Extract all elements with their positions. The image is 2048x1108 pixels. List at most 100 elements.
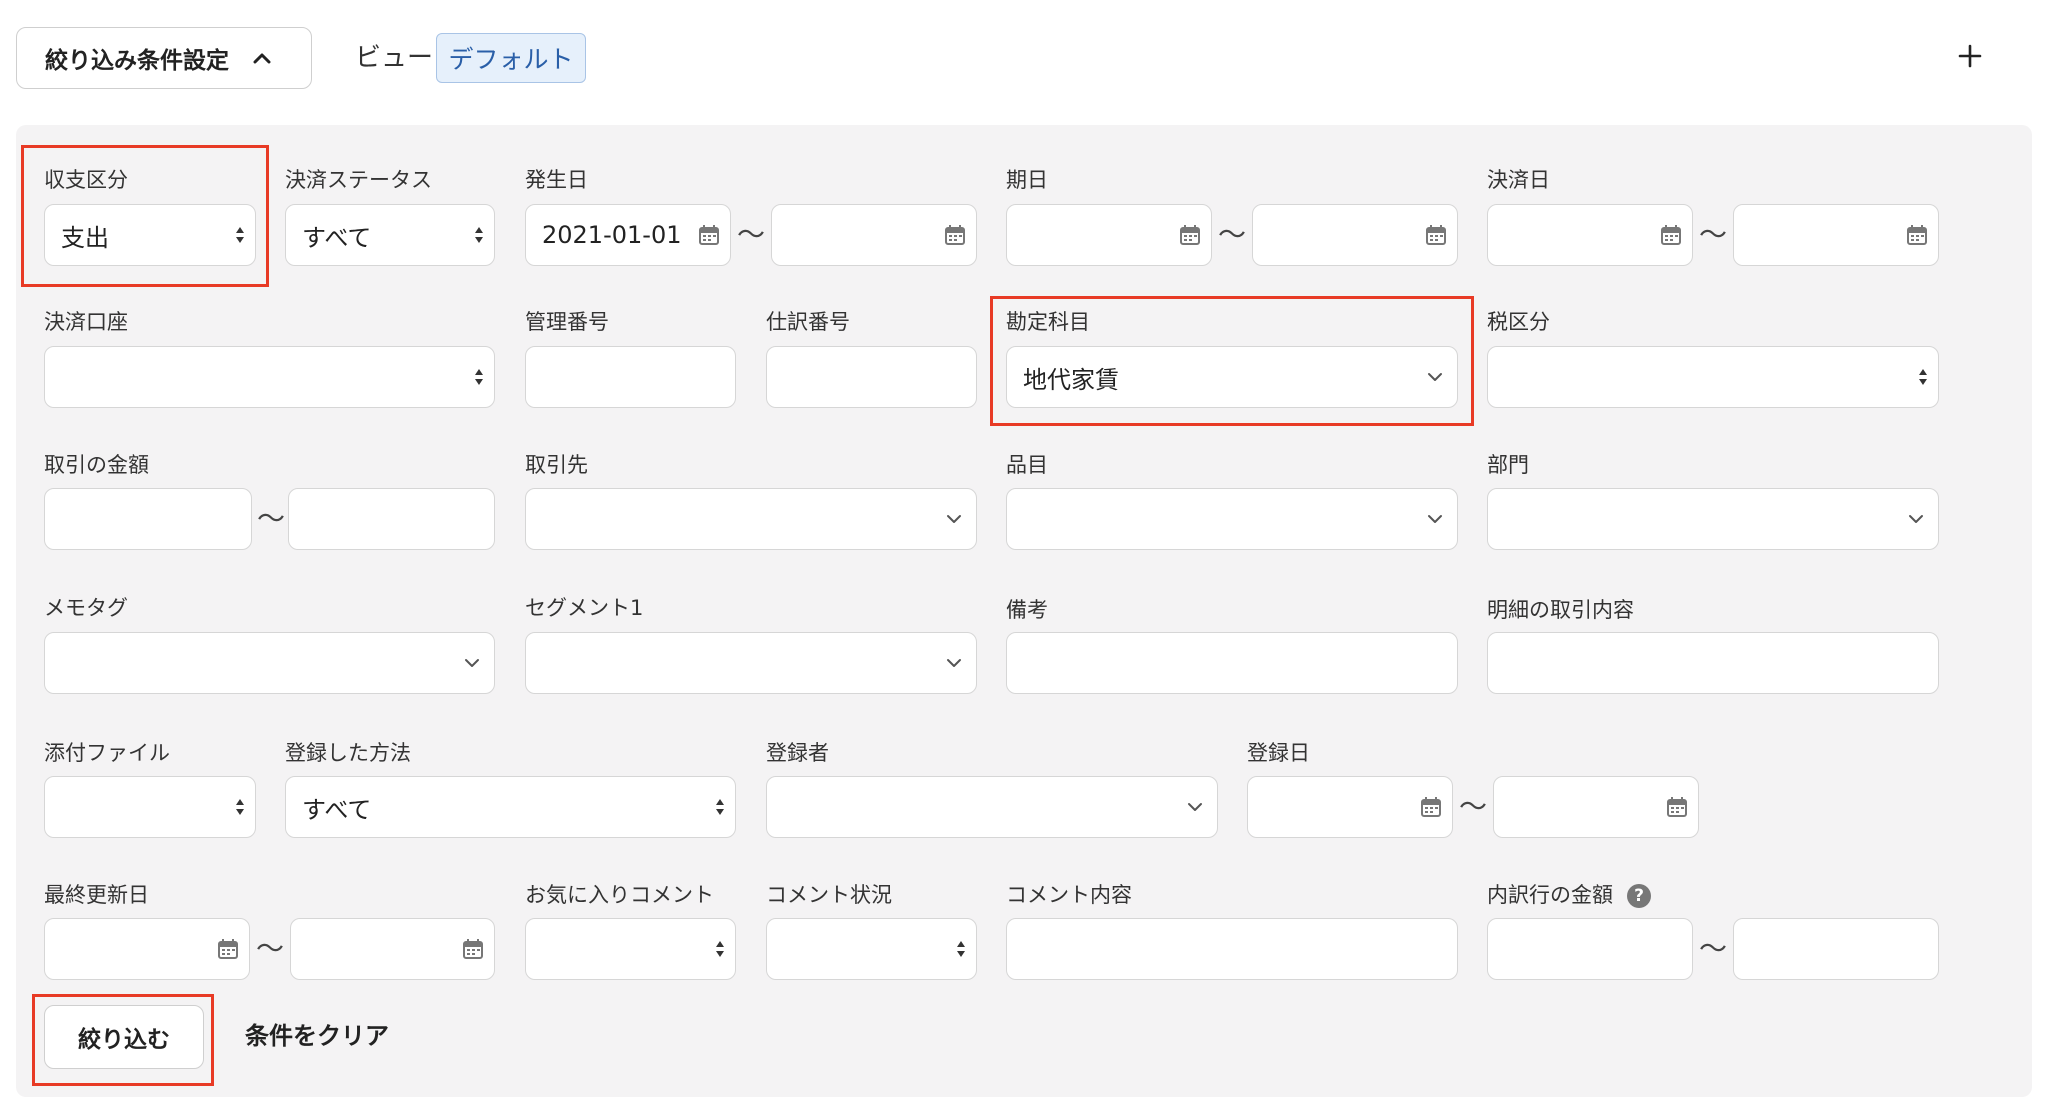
calendar-icon[interactable]: [462, 938, 484, 960]
registration-date-label: 登録日: [1247, 741, 1310, 765]
amount-to-input[interactable]: [288, 488, 495, 550]
range-separator: 〜: [256, 502, 285, 535]
attachment-label: 添付ファイル: [44, 741, 170, 765]
registration-method-select[interactable]: すべて: [285, 776, 736, 838]
last-updated-from-input[interactable]: [44, 918, 250, 980]
detail-content-input[interactable]: [1487, 632, 1939, 694]
due-date-to-input[interactable]: [1252, 204, 1458, 266]
amount-label: 取引の金額: [44, 453, 149, 477]
range-separator: 〜: [1698, 932, 1727, 965]
favorite-comment-select[interactable]: [525, 918, 736, 980]
item-label: 品目: [1006, 453, 1048, 477]
management-number-input[interactable]: [525, 346, 736, 408]
comment-status-label: コメント状況: [766, 883, 892, 907]
select-arrows-icon: [474, 225, 484, 245]
clear-conditions-button[interactable]: 条件をクリア: [245, 1018, 389, 1054]
tax-category-select[interactable]: [1487, 346, 1939, 408]
partner-select[interactable]: [525, 488, 977, 550]
item-select[interactable]: [1006, 488, 1458, 550]
remarks-label: 備考: [1006, 598, 1048, 622]
range-separator: 〜: [1698, 218, 1727, 251]
comment-status-select[interactable]: [766, 918, 977, 980]
calendar-icon[interactable]: [1906, 224, 1928, 246]
view-default-chip[interactable]: デフォルト: [436, 33, 586, 83]
select-arrows-icon: [956, 939, 966, 959]
calendar-icon[interactable]: [698, 224, 720, 246]
memo-tag-select[interactable]: [44, 632, 495, 694]
tax-category-label: 税区分: [1487, 310, 1550, 334]
settlement-status-select[interactable]: すべて: [285, 204, 495, 266]
plus-icon: [1958, 44, 1982, 68]
occurrence-date-to-input[interactable]: [771, 204, 977, 266]
filter-settings-toggle-label: 絞り込み条件設定: [45, 48, 229, 74]
calendar-icon[interactable]: [217, 938, 239, 960]
chevron-up-icon: [251, 47, 273, 69]
segment1-select[interactable]: [525, 632, 977, 694]
settlement-date-from-input[interactable]: [1487, 204, 1693, 266]
calendar-icon[interactable]: [1666, 796, 1688, 818]
select-arrows-icon: [715, 939, 725, 959]
registrant-label: 登録者: [766, 741, 829, 765]
range-separator: 〜: [1217, 218, 1246, 251]
registration-date-to-input[interactable]: [1493, 776, 1699, 838]
highlight-account-item: [990, 296, 1474, 426]
line-amount-to-input[interactable]: [1733, 918, 1939, 980]
comment-content-input[interactable]: [1006, 918, 1458, 980]
view-label: ビュー: [355, 43, 434, 73]
amount-from-input[interactable]: [44, 488, 252, 550]
department-label: 部門: [1487, 453, 1529, 477]
occurrence-date-label: 発生日: [525, 168, 588, 192]
chevron-down-icon: [946, 514, 962, 524]
journal-number-input[interactable]: [766, 346, 977, 408]
settlement-status-value: すべて: [302, 223, 372, 252]
segment1-label: セグメント1: [525, 596, 644, 620]
calendar-icon[interactable]: [1420, 796, 1442, 818]
line-amount-label: 内訳行の金額?: [1487, 881, 1651, 909]
due-date-label: 期日: [1006, 168, 1048, 192]
department-select[interactable]: [1487, 488, 1939, 550]
comment-content-label: コメント内容: [1006, 883, 1132, 907]
calendar-icon[interactable]: [1179, 224, 1201, 246]
filter-settings-toggle-button[interactable]: 絞り込み条件設定: [16, 27, 312, 89]
chevron-down-icon: [1427, 514, 1443, 524]
registration-date-from-input[interactable]: [1247, 776, 1453, 838]
occurrence-date-from-input[interactable]: 2021-01-01: [525, 204, 731, 266]
line-amount-label-text: 内訳行の金額: [1487, 883, 1613, 907]
registrant-select[interactable]: [766, 776, 1218, 838]
line-amount-from-input[interactable]: [1487, 918, 1693, 980]
settlement-date-to-input[interactable]: [1733, 204, 1939, 266]
range-separator: 〜: [1458, 790, 1487, 823]
management-number-label: 管理番号: [525, 310, 609, 334]
chevron-down-icon: [946, 658, 962, 668]
memo-tag-label: メモタグ: [44, 596, 128, 620]
range-separator: 〜: [736, 218, 765, 251]
select-arrows-icon: [1918, 367, 1928, 387]
highlight-filter-button: [32, 994, 214, 1086]
add-view-button[interactable]: [1950, 36, 1990, 76]
calendar-icon[interactable]: [1425, 224, 1447, 246]
journal-number-label: 仕訳番号: [766, 310, 850, 334]
select-arrows-icon: [715, 797, 725, 817]
settlement-account-select[interactable]: [44, 346, 495, 408]
calendar-icon[interactable]: [1660, 224, 1682, 246]
settlement-account-label: 決済口座: [44, 310, 128, 334]
highlight-income-type: [21, 145, 269, 287]
chevron-down-icon: [1908, 514, 1924, 524]
remarks-input[interactable]: [1006, 632, 1458, 694]
partner-label: 取引先: [525, 453, 588, 477]
attachment-select[interactable]: [44, 776, 256, 838]
range-separator: 〜: [255, 932, 284, 965]
due-date-from-input[interactable]: [1006, 204, 1212, 266]
last-updated-label: 最終更新日: [44, 883, 149, 907]
settlement-date-label: 決済日: [1487, 168, 1550, 192]
last-updated-to-input[interactable]: [290, 918, 495, 980]
chevron-down-icon: [1187, 802, 1203, 812]
occurrence-date-from-value: 2021-01-01: [542, 221, 682, 249]
registration-method-label: 登録した方法: [285, 741, 411, 765]
select-arrows-icon: [235, 797, 245, 817]
favorite-comment-label: お気に入りコメント: [525, 883, 714, 907]
select-arrows-icon: [474, 367, 484, 387]
calendar-icon[interactable]: [944, 224, 966, 246]
registration-method-value: すべて: [302, 795, 372, 824]
help-icon[interactable]: ?: [1627, 884, 1651, 908]
